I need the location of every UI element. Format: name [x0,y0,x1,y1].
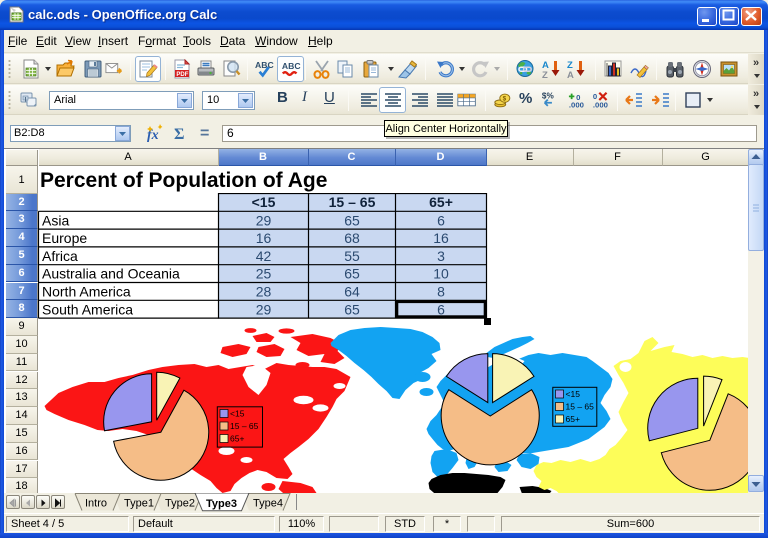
svg-text:15 – 65: 15 – 65 [565,402,594,412]
svg-text:15 – 65: 15 – 65 [329,194,376,210]
svg-text:Asia: Asia [42,212,69,228]
svg-text:.000: .000 [593,100,608,109]
svg-text:28: 28 [256,284,272,300]
svg-text:Type1: Type1 [124,498,154,510]
svg-text:29: 29 [256,212,272,228]
svg-text:ABC: ABC [255,60,274,70]
svg-text:8: 8 [437,284,445,300]
svg-text:42: 42 [256,248,272,264]
svg-text:6: 6 [437,301,445,317]
svg-text:6: 6 [437,212,445,228]
svg-text:15 – 65: 15 – 65 [230,421,259,431]
svg-text:Australia and Oceania: Australia and Oceania [42,266,180,282]
svg-text:29: 29 [256,301,272,317]
svg-text:A: A [567,70,574,79]
svg-text:$%: $% [542,92,555,101]
svg-text:65+: 65+ [429,194,453,210]
svg-text:PDF: PDF [176,72,188,78]
svg-text:68: 68 [344,230,360,246]
svg-text:65+: 65+ [230,434,244,444]
svg-text:25: 25 [256,266,272,282]
svg-text:65: 65 [344,266,360,282]
svg-text:Type4: Type4 [253,498,283,510]
svg-text:Europe: Europe [42,230,87,246]
svg-text:10: 10 [433,266,449,282]
svg-text:65+: 65+ [565,414,579,424]
svg-text:South America: South America [42,301,133,317]
svg-text:ABC: ABC [282,61,301,71]
svg-text:<15: <15 [565,389,580,399]
svg-text:=: = [200,125,209,142]
svg-text:Type3: Type3 [206,498,237,510]
svg-text:Intro: Intro [85,498,107,510]
svg-text:Σ: Σ [174,126,184,143]
svg-text:North America: North America [42,284,131,300]
svg-text:64: 64 [344,284,360,300]
svg-text:$: $ [503,96,507,103]
svg-text:Type2: Type2 [165,498,195,510]
svg-text:Africa: Africa [42,248,78,264]
svg-text:fx: fx [147,128,159,143]
svg-text:<15: <15 [230,409,245,419]
svg-text:Z: Z [542,70,548,79]
svg-text:55: 55 [344,248,360,264]
svg-text:3: 3 [437,248,445,264]
svg-text:.000: .000 [569,100,584,109]
svg-text:<15: <15 [252,194,276,210]
svg-text:16: 16 [433,230,449,246]
svg-text:65: 65 [344,212,360,228]
svg-text:16: 16 [256,230,272,246]
svg-text:65: 65 [344,301,360,317]
